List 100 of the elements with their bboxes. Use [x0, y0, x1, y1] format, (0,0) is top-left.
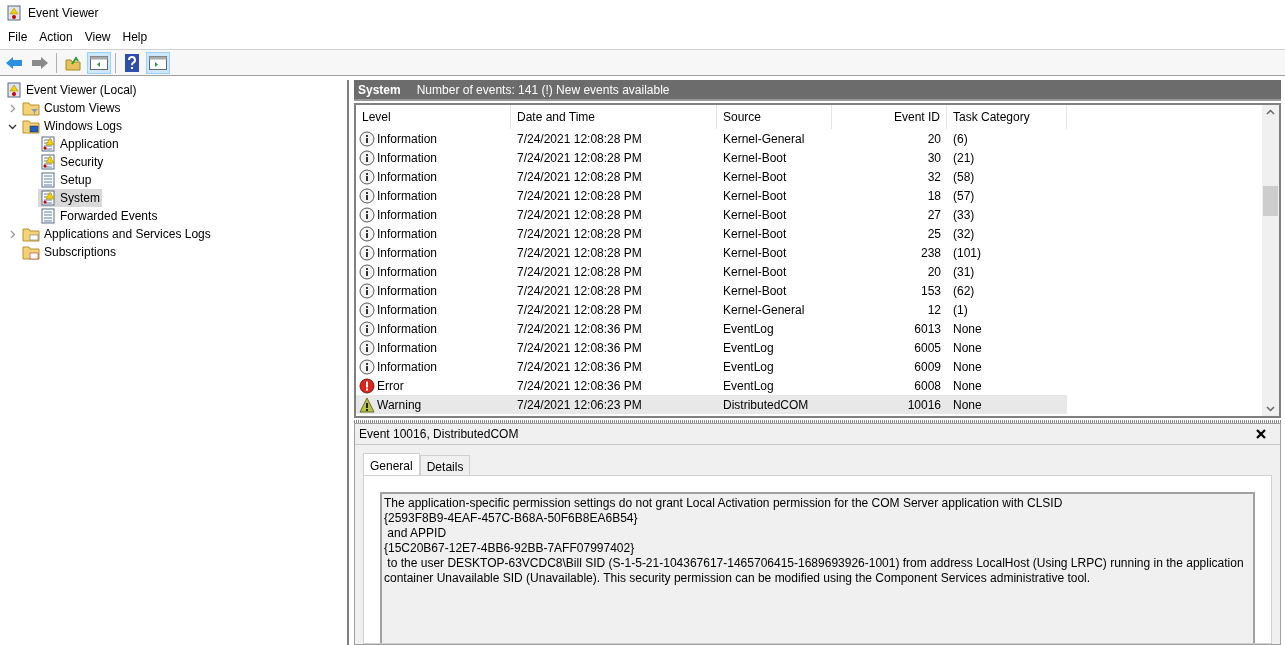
table-cell-text: 7/24/2021 12:08:28 PM	[517, 187, 642, 205]
table-cell-text: 25	[927, 225, 941, 243]
folder-icon	[22, 226, 40, 242]
table-cell-text: 18	[927, 187, 941, 205]
table-cell-text: None	[953, 339, 982, 357]
table-cell-text: EventLog	[723, 358, 774, 376]
level-text: Information	[377, 301, 438, 319]
show-action-pane-button[interactable]	[146, 51, 170, 74]
table-cell-text: 7/24/2021 12:08:36 PM	[517, 320, 642, 338]
tree-item[interactable]: Application	[38, 135, 121, 153]
pane-title: System	[358, 81, 401, 99]
table-cell-text: 6013	[914, 320, 941, 338]
info-icon	[359, 358, 375, 375]
event-row[interactable]: Error 7/24/2021 12:08:36 PM EventLog 6008 None	[356, 376, 1067, 395]
event-row[interactable]: Information 7/24/2021 12:08:36 PM EventLog 6005 None	[356, 338, 1067, 357]
column-header[interactable]: Task Category	[947, 105, 1067, 129]
info-icon	[359, 244, 375, 261]
event-row[interactable]: Information 7/24/2021 12:08:28 PM Kernel-Boot 32 (58)	[356, 167, 1067, 186]
event-row[interactable]: Warning 7/24/2021 12:06:23 PM DistributedCOM 10016 None	[356, 395, 1067, 414]
folder-arrow-icon	[65, 54, 81, 71]
table-cell-text: 20	[927, 130, 941, 148]
tree-item[interactable]: Security	[38, 153, 106, 171]
level-text: Information	[377, 263, 438, 281]
tab[interactable]: General	[363, 453, 420, 475]
column-header[interactable]: Source	[717, 105, 832, 129]
table-cell-text: Kernel-Boot	[723, 225, 787, 243]
table-cell-text: Kernel-General	[723, 130, 805, 148]
window-title: Event Viewer	[28, 4, 99, 22]
table-cell-text: EventLog	[723, 377, 774, 395]
table-cell-text: 12	[927, 301, 941, 319]
show-tree-button[interactable]	[87, 51, 111, 74]
detail-title: Event 10016, DistributedCOM	[359, 426, 519, 443]
table-cell-text: 7/24/2021 12:08:36 PM	[517, 339, 642, 357]
description-text: {15C20B67-12E7-4BB6-92BB-7AFF07997402}	[384, 541, 636, 556]
table-cell-text: 7/24/2021 12:08:28 PM	[517, 244, 642, 262]
event-row[interactable]: Information 7/24/2021 12:08:28 PM Kernel-Boot 25 (32)	[356, 224, 1067, 243]
tree-item[interactable]: Subscriptions	[20, 243, 119, 261]
back-arrow-icon	[5, 55, 23, 70]
column-header[interactable]: Level	[356, 105, 511, 129]
event-log-icon	[6, 4, 22, 21]
scroll-down-icon[interactable]	[1266, 406, 1275, 412]
table-cell-text: (31)	[953, 263, 975, 281]
scroll-up-icon[interactable]	[1266, 109, 1275, 115]
error-icon	[359, 377, 375, 394]
level-text: Information	[377, 187, 438, 205]
table-cell-text: 6009	[914, 358, 941, 376]
event-row[interactable]: Information 7/24/2021 12:08:28 PM Kernel-Boot 20 (31)	[356, 262, 1067, 281]
tree-item[interactable]: Custom Views	[20, 99, 123, 117]
event-row[interactable]: Information 7/24/2021 12:08:28 PM Kernel-Boot 153 (62)	[356, 281, 1067, 300]
close-icon[interactable]	[1256, 429, 1266, 439]
tree-item[interactable]: Applications and Services Logs	[20, 225, 213, 243]
log-icon	[40, 172, 56, 188]
tab[interactable]: Details	[419, 455, 471, 475]
menu-item[interactable]: Action	[33, 27, 79, 47]
table-cell-text: 7/24/2021 12:08:28 PM	[517, 130, 642, 148]
warning-icon	[359, 396, 375, 413]
event-row[interactable]: Information 7/24/2021 12:08:28 PM Kernel-Boot 238 (101)	[356, 243, 1067, 262]
event-row[interactable]: Information 7/24/2021 12:08:28 PM Kernel-Boot 30 (21)	[356, 148, 1067, 167]
tree-item[interactable]: Event Viewer (Local)	[4, 81, 139, 99]
level-text: Information	[377, 339, 438, 357]
scroll-thumb[interactable]	[1263, 185, 1278, 216]
log-warning-icon	[40, 136, 56, 152]
folder-filter-icon	[22, 100, 40, 116]
menu-item[interactable]: View	[78, 27, 117, 47]
info-icon	[359, 263, 375, 280]
tree-item[interactable]: Windows Logs	[20, 117, 125, 135]
table-cell-text: EventLog	[723, 320, 774, 338]
table-cell-text: DistributedCOM	[723, 396, 809, 414]
menu-item[interactable]: Help	[116, 27, 154, 47]
table-cell-text: EventLog	[723, 339, 774, 357]
event-row[interactable]: Information 7/24/2021 12:08:28 PM Kernel-Boot 18 (57)	[356, 186, 1067, 205]
menu-item[interactable]: File	[2, 27, 34, 47]
info-icon	[359, 149, 375, 166]
table-cell-text: 153	[920, 282, 941, 300]
table-cell-text: (57)	[953, 187, 975, 205]
event-row[interactable]: Information 7/24/2021 12:08:28 PM Kernel-Boot 27 (33)	[356, 205, 1067, 224]
info-icon	[359, 339, 375, 356]
event-row[interactable]: Information 7/24/2021 12:08:36 PM EventLog 6009 None	[356, 357, 1067, 376]
table-cell-text: 6005	[914, 339, 941, 357]
event-row[interactable]: Information 7/24/2021 12:08:28 PM Kernel-General 20 (6)	[356, 129, 1067, 148]
event-row[interactable]: Information 7/24/2021 12:08:28 PM Kernel-General 12 (1)	[356, 300, 1067, 319]
table-cell-text: (21)	[953, 149, 975, 167]
table-cell-text: (6)	[953, 130, 968, 148]
scrollbar[interactable]	[1262, 105, 1279, 416]
event-row[interactable]: Information 7/24/2021 12:08:36 PM EventLog 6013 None	[356, 319, 1067, 338]
tree-item[interactable]: Forwarded Events	[38, 207, 160, 225]
description-text: The application-specific permission settings do not grant Local Activation permission for the COM Server application with CLSID	[384, 496, 1064, 511]
level-text: Information	[377, 244, 438, 262]
table-cell-text: 27	[927, 206, 941, 224]
tree-item[interactable]: Setup	[38, 171, 94, 189]
column-header[interactable]: Event ID	[832, 105, 947, 129]
table-cell-text: 20	[927, 263, 941, 281]
table-cell-text: 7/24/2021 12:08:28 PM	[517, 263, 642, 281]
level-text: Information	[377, 206, 438, 224]
tree-item[interactable]: System	[38, 189, 102, 207]
level-text: Error	[377, 377, 404, 395]
column-header[interactable]: Date and Time	[511, 105, 717, 129]
table-cell-text: (101)	[953, 244, 981, 262]
table-cell-text: None	[953, 396, 982, 414]
table-cell-text: 7/24/2021 12:08:28 PM	[517, 282, 642, 300]
